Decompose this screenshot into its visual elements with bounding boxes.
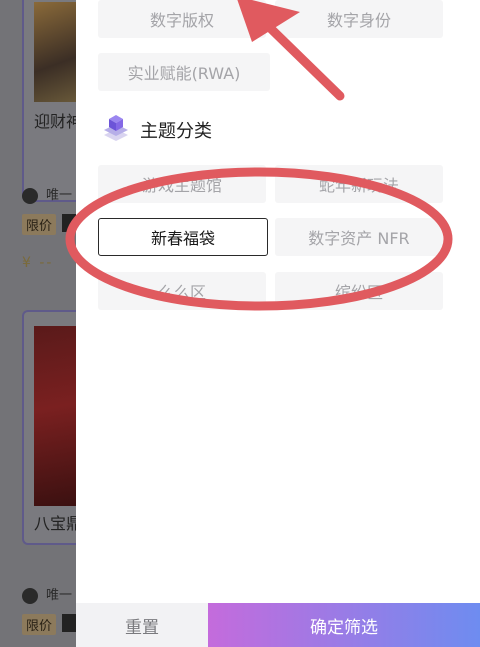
product-card[interactable] — [22, 0, 82, 202]
chip-colorful-zone[interactable]: 缤纷区 — [275, 272, 443, 310]
section-theme-category: 主题分类 — [100, 113, 212, 147]
tag-badge — [62, 214, 76, 232]
author-name: 唯一 — [46, 188, 73, 203]
product-title: 八宝鼎 — [34, 514, 83, 533]
chip-digital-copyright[interactable]: 数字版权 — [98, 0, 266, 38]
chip-rwa[interactable]: 实业赋能(RWA) — [98, 53, 270, 91]
product-image — [34, 326, 82, 506]
chip-digital-asset-nfr[interactable]: 数字资产 NFR — [275, 218, 443, 256]
chip-meme-zone[interactable]: 么么区 — [98, 272, 266, 310]
section-title: 主题分类 — [140, 121, 212, 142]
cube-stack-icon — [104, 115, 128, 141]
confirm-filter-button[interactable]: 确定筛选 — [208, 603, 480, 647]
author-avatar — [22, 187, 38, 204]
chip-digital-identity[interactable]: 数字身份 — [275, 0, 443, 38]
author-name: 唯一 — [46, 588, 73, 603]
chip-spring-lucky-bag[interactable]: 新春福袋 — [98, 218, 268, 256]
price-tag: 限价 — [22, 614, 57, 635]
author-row: 唯一 — [22, 184, 72, 204]
price-tag: 限价 — [22, 214, 57, 235]
product-image — [34, 2, 82, 102]
reset-button[interactable]: 重置 — [76, 603, 208, 647]
filter-footer: 重置 确定筛选 — [76, 603, 480, 647]
chip-snake-year[interactable]: 蛇年新玩法 — [275, 165, 443, 203]
product-price: ¥ -- — [22, 255, 54, 271]
tag-badge — [62, 614, 76, 632]
author-row: 唯一 — [22, 584, 72, 604]
filter-panel: 数字版权 数字身份 实业赋能(RWA) 主题分类 游戏主题馆 蛇年新玩法 新春福… — [76, 0, 480, 647]
product-title: 迎财神 — [34, 112, 83, 131]
author-avatar — [22, 587, 38, 604]
chip-game-theme[interactable]: 游戏主题馆 — [98, 165, 266, 203]
